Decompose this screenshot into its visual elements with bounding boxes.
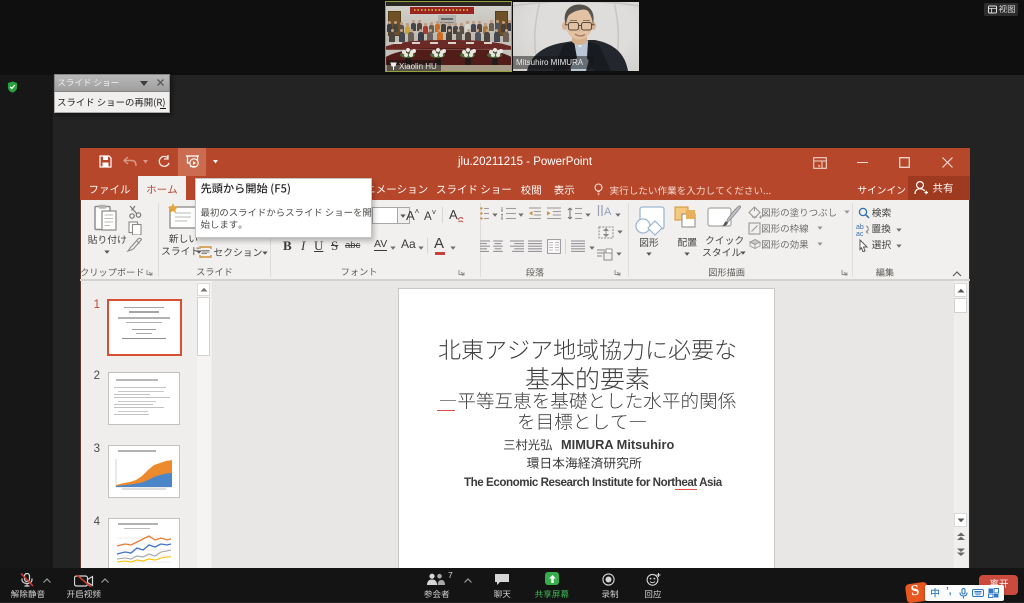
- svg-text:A: A: [449, 207, 458, 222]
- svg-text:ab: ab: [856, 224, 864, 231]
- svg-text:A: A: [604, 206, 612, 218]
- svg-text:ac: ac: [856, 231, 864, 236]
